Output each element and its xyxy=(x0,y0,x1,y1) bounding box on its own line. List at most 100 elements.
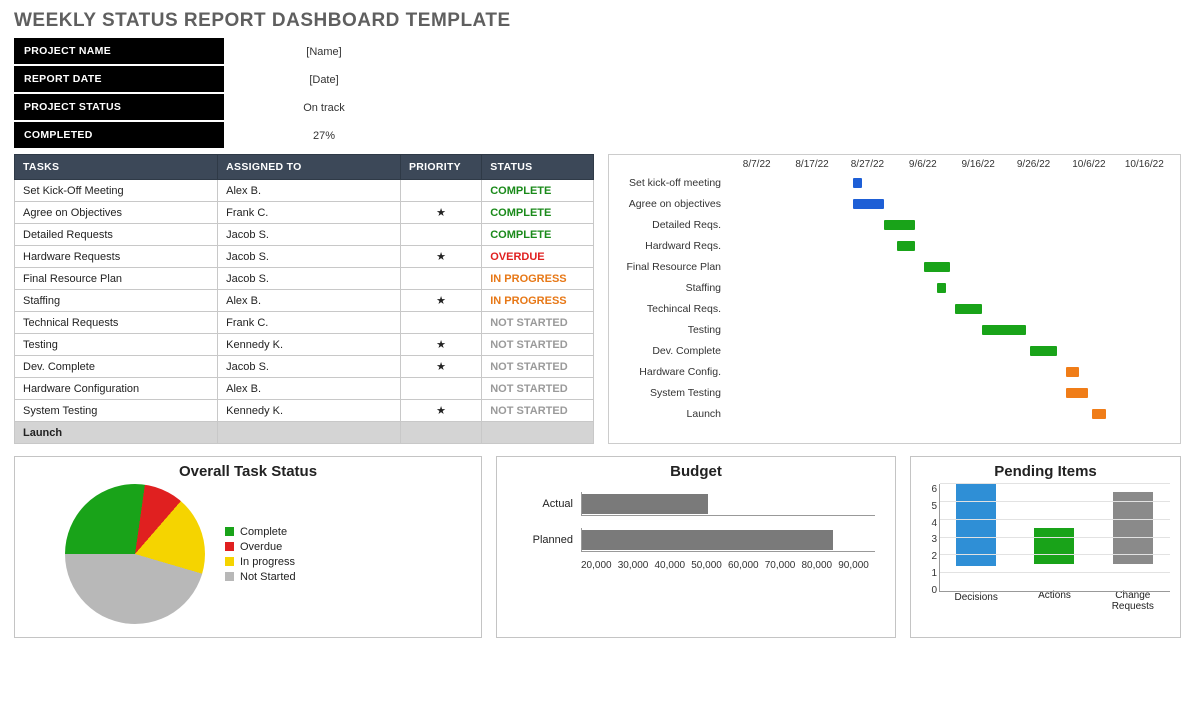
budget-label: Planned xyxy=(517,534,573,546)
table-row: Dev. Complete Jacob S. ★ NOT STARTED xyxy=(15,356,594,378)
gantt-bar xyxy=(897,241,915,251)
status-cell: COMPLETE xyxy=(482,224,594,246)
chart-title: Overall Task Status xyxy=(25,463,471,480)
assigned-cell: Jacob S. xyxy=(218,246,401,268)
gantt-label: Hardware Config. xyxy=(609,366,729,378)
legend-item: Complete xyxy=(225,526,296,538)
assigned-cell: Frank C. xyxy=(218,312,401,334)
assigned-cell: Alex B. xyxy=(218,180,401,202)
summary-block: PROJECT NAMEREPORT DATEPROJECT STATUSCOM… xyxy=(14,38,1181,150)
gantt-label: Launch xyxy=(609,408,729,420)
column-header: PRIORITY xyxy=(400,155,481,180)
table-row: Set Kick-Off Meeting Alex B. COMPLETE xyxy=(15,180,594,202)
task-cell: Final Resource Plan xyxy=(15,268,218,290)
gantt-bar xyxy=(982,325,1026,335)
gantt-date: 10/6/22 xyxy=(1061,159,1116,170)
status-cell: NOT STARTED xyxy=(482,356,594,378)
table-row: Launch xyxy=(15,422,594,444)
table-row: Detailed Requests Jacob S. COMPLETE xyxy=(15,224,594,246)
task-cell: Launch xyxy=(15,422,218,444)
budget-axis: 20,00030,00040,00050,00060,00070,00080,0… xyxy=(581,560,875,571)
summary-value: 27% xyxy=(224,122,424,150)
summary-label: REPORT DATE xyxy=(14,66,224,94)
legend-item: Not Started xyxy=(225,571,296,583)
summary-label: PROJECT STATUS xyxy=(14,94,224,122)
gantt-row: Set kick-off meeting xyxy=(609,172,1172,193)
gantt-row: System Testing xyxy=(609,382,1172,403)
gantt-label: Detailed Reqs. xyxy=(609,219,729,231)
gantt-bar xyxy=(853,199,884,209)
priority-cell xyxy=(400,378,481,400)
pending-label: Change Requests xyxy=(1096,590,1170,614)
tasks-table-panel: TASKSASSIGNED TOPRIORITYSTATUS Set Kick-… xyxy=(14,154,594,444)
budget-row: Planned xyxy=(517,522,875,558)
pie-graphic xyxy=(65,484,205,624)
gantt-label: Staffing xyxy=(609,282,729,294)
summary-value: On track xyxy=(224,94,424,122)
status-cell: IN PROGRESS xyxy=(482,268,594,290)
gantt-chart: 8/7/228/17/228/27/229/6/229/16/229/26/22… xyxy=(608,154,1181,444)
status-cell: NOT STARTED xyxy=(482,334,594,356)
table-row: Testing Kennedy K. ★ NOT STARTED xyxy=(15,334,594,356)
gantt-date: 8/17/22 xyxy=(784,159,839,170)
gantt-label: System Testing xyxy=(609,387,729,399)
priority-cell xyxy=(400,312,481,334)
gantt-bar xyxy=(1066,367,1079,377)
gantt-bar xyxy=(853,178,862,188)
gantt-row: Testing xyxy=(609,319,1172,340)
table-row: Hardware Configuration Alex B. NOT START… xyxy=(15,378,594,400)
gantt-row: Agree on objectives xyxy=(609,193,1172,214)
task-cell: Agree on Objectives xyxy=(15,202,218,224)
gantt-row: Hardward Reqs. xyxy=(609,235,1172,256)
pending-items-chart: Pending Items 6543210 Decisions Actions … xyxy=(910,456,1181,638)
table-row: Staffing Alex B. ★ IN PROGRESS xyxy=(15,290,594,312)
gantt-label: Techincal Reqs. xyxy=(609,303,729,315)
task-cell: Set Kick-Off Meeting xyxy=(15,180,218,202)
status-cell: COMPLETE xyxy=(482,202,594,224)
gantt-bar xyxy=(924,262,951,272)
column-header: STATUS xyxy=(482,155,594,180)
pie-legend: Complete Overdue In progress Not Started xyxy=(225,523,296,586)
gantt-label: Set kick-off meeting xyxy=(609,177,729,189)
gantt-bar xyxy=(955,304,982,314)
task-cell: Testing xyxy=(15,334,218,356)
assigned-cell: Alex B. xyxy=(218,290,401,312)
priority-cell: ★ xyxy=(400,356,481,378)
overall-status-chart: Overall Task Status Complete Overdue In pr… xyxy=(14,456,482,638)
priority-cell: ★ xyxy=(400,246,481,268)
status-cell: COMPLETE xyxy=(482,180,594,202)
task-cell: Hardware Requests xyxy=(15,246,218,268)
pending-label: Decisions xyxy=(954,592,997,614)
gantt-label: Agree on objectives xyxy=(609,198,729,210)
gantt-row: Detailed Reqs. xyxy=(609,214,1172,235)
summary-value: [Name] xyxy=(224,38,424,66)
assigned-cell: Frank C. xyxy=(218,202,401,224)
status-cell: NOT STARTED xyxy=(482,312,594,334)
gantt-date: 9/26/22 xyxy=(1006,159,1061,170)
gantt-label: Final Resource Plan xyxy=(609,261,729,273)
gantt-row: Final Resource Plan xyxy=(609,256,1172,277)
table-row: Agree on Objectives Frank C. ★ COMPLETE xyxy=(15,202,594,224)
priority-cell: ★ xyxy=(400,400,481,422)
gantt-bar xyxy=(1066,388,1088,398)
summary-label: COMPLETED xyxy=(14,122,224,150)
legend-item: Overdue xyxy=(225,541,296,553)
gantt-date: 8/7/22 xyxy=(729,159,784,170)
summary-label: PROJECT NAME xyxy=(14,38,224,66)
assigned-cell: Jacob S. xyxy=(218,356,401,378)
page-title: WEEKLY STATUS REPORT DASHBOARD TEMPLATE xyxy=(14,10,1181,32)
priority-cell xyxy=(400,224,481,246)
assigned-cell: Kennedy K. xyxy=(218,400,401,422)
gantt-label: Hardward Reqs. xyxy=(609,240,729,252)
task-cell: System Testing xyxy=(15,400,218,422)
budget-bar xyxy=(582,530,833,550)
budget-chart: Budget Actual Planned 20,00030,00040,000… xyxy=(496,456,896,638)
legend-item: In progress xyxy=(225,556,296,568)
priority-cell xyxy=(400,180,481,202)
gantt-row: Dev. Complete xyxy=(609,340,1172,361)
budget-label: Actual xyxy=(517,498,573,510)
pending-yaxis: 6543210 xyxy=(923,484,937,596)
gantt-bar xyxy=(1092,409,1105,419)
task-cell: Technical Requests xyxy=(15,312,218,334)
status-cell: NOT STARTED xyxy=(482,400,594,422)
